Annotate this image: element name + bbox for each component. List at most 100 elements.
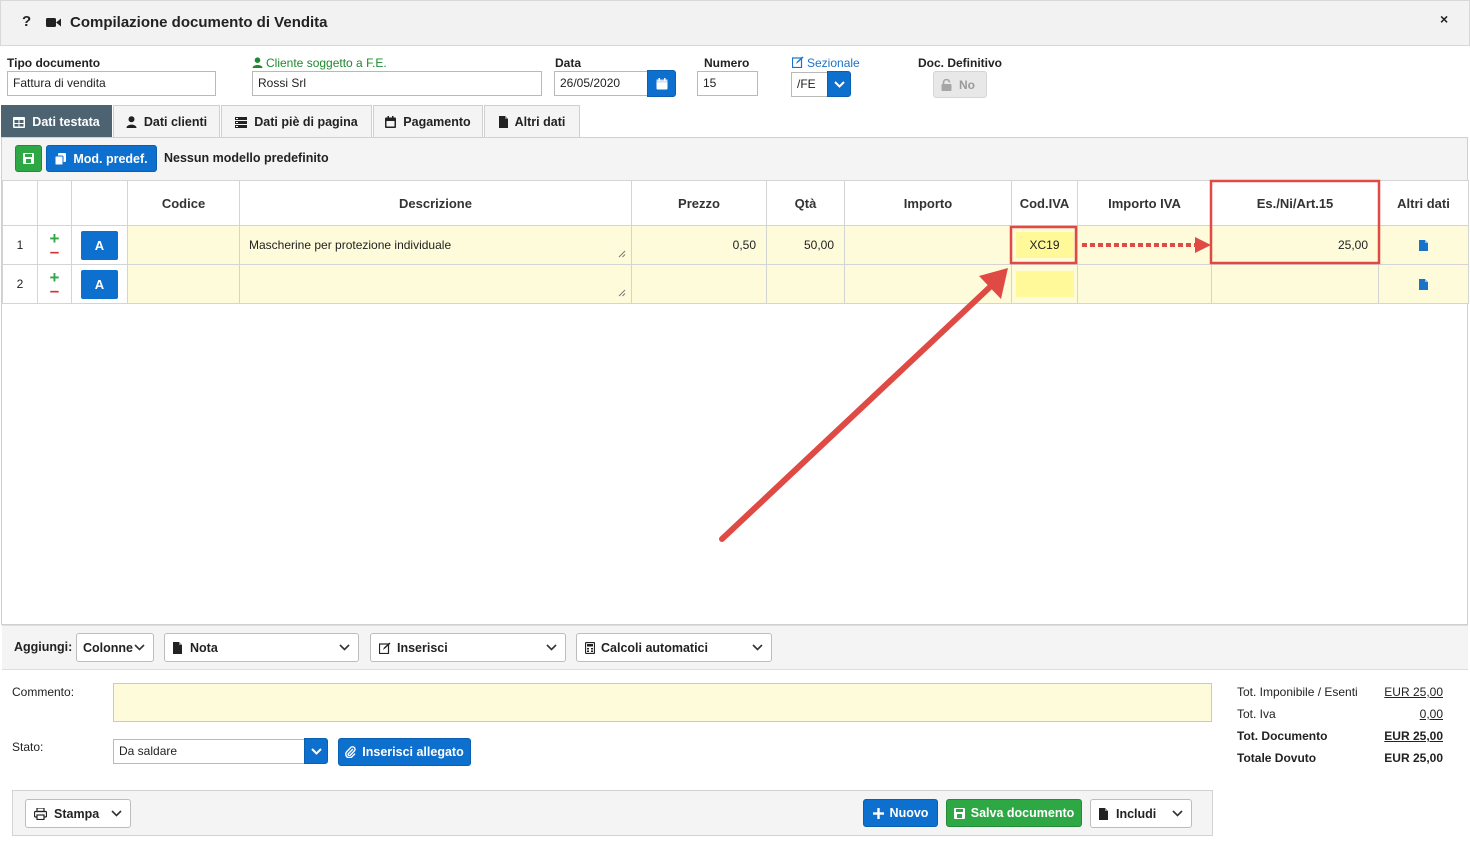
includi-dropdown[interactable]: Includi — [1090, 799, 1192, 828]
total-label: Totale Dovuto — [1237, 751, 1317, 765]
descrizione-text: Mascherine per protezione individuale — [249, 238, 452, 252]
cell-altri-dati[interactable] — [1378, 264, 1469, 304]
edit-icon — [379, 642, 391, 654]
inserisci-dropdown[interactable]: Inserisci — [370, 633, 566, 662]
col-header-action — [71, 180, 128, 226]
tab-dati-clienti[interactable]: Dati clienti — [113, 105, 220, 138]
cell-prezzo[interactable] — [631, 264, 767, 304]
file-icon — [173, 641, 182, 654]
cell-descrizione[interactable]: Mascherine per protezione individuale — [239, 225, 632, 265]
nota-label: Nota — [190, 640, 218, 655]
video-icon[interactable] — [46, 17, 61, 28]
calcoli-automatici-dropdown[interactable]: Calcoli automatici — [576, 633, 772, 662]
sezionale-field[interactable]: /FE — [791, 72, 828, 97]
cell-importo[interactable] — [844, 264, 1012, 304]
cell-cod-iva[interactable]: XC19 — [1011, 225, 1078, 265]
help-icon[interactable]: ? — [22, 13, 31, 30]
resize-grip-icon[interactable] — [618, 289, 626, 297]
article-button[interactable]: A — [81, 269, 118, 299]
cell-qta[interactable] — [766, 264, 845, 304]
cell-cod-iva[interactable] — [1011, 264, 1078, 304]
totals-panel: Tot. Imponibile / Esenti EUR 25,00 Tot. … — [1237, 685, 1443, 773]
numero-field[interactable]: 15 — [697, 71, 758, 96]
tab-label: Dati testata — [32, 115, 100, 129]
col-header-cod-iva[interactable]: Cod.IVA — [1011, 180, 1078, 226]
doc-definitivo-toggle[interactable]: No — [933, 71, 987, 98]
close-icon[interactable]: × — [1440, 11, 1448, 27]
cell-importo-iva[interactable] — [1077, 264, 1212, 304]
tab-label: Pagamento — [403, 115, 471, 129]
cliente-label[interactable]: Cliente soggetto a F.E. — [266, 56, 387, 70]
tab-altri-dati[interactable]: Altri dati — [484, 105, 580, 138]
row-action-cell: A — [71, 225, 128, 265]
save-model-button[interactable] — [15, 145, 42, 172]
calendar-icon — [656, 77, 668, 90]
commento-field[interactable] — [113, 683, 1212, 722]
tab-pagamento[interactable]: Pagamento — [373, 105, 483, 138]
file-icon[interactable] — [1379, 239, 1468, 251]
remove-row-icon[interactable]: – — [50, 282, 59, 299]
edit-icon[interactable] — [792, 56, 804, 68]
chevron-down-icon — [833, 80, 845, 88]
col-header-es-ni-art15[interactable]: Es./Ni/Art.15 — [1211, 180, 1379, 226]
nota-dropdown[interactable]: Nota — [164, 633, 359, 662]
table-header-row: Codice Descrizione Prezzo Qtà Importo Co… — [2, 180, 1469, 226]
chevron-down-icon — [546, 644, 557, 651]
cell-qta[interactable]: 50,00 — [766, 225, 845, 265]
file-icon — [498, 116, 508, 128]
cell-es-ni-art15[interactable]: 25,00 — [1211, 225, 1379, 265]
cell-descrizione[interactable] — [239, 264, 632, 304]
file-icon[interactable] — [1379, 278, 1468, 290]
lock-icon — [941, 78, 952, 91]
col-header-codice[interactable]: Codice — [127, 180, 240, 226]
col-header-num — [2, 180, 38, 226]
stato-select[interactable]: Da saldare — [113, 739, 305, 764]
tab-label: Dati piè di pagina — [254, 115, 358, 129]
total-row: Tot. Iva 0,00 — [1237, 707, 1443, 729]
resize-grip-icon[interactable] — [618, 250, 626, 258]
col-header-altri-dati[interactable]: Altri dati — [1378, 180, 1469, 226]
salva-documento-button[interactable]: Salva documento — [946, 799, 1082, 827]
sezionale-label[interactable]: Sezionale — [807, 56, 860, 70]
col-header-qta[interactable]: Qtà — [766, 180, 845, 226]
cell-importo[interactable] — [844, 225, 1012, 265]
nuovo-button[interactable]: Nuovo — [863, 799, 938, 827]
user-icon — [252, 57, 263, 68]
tipo-documento-label: Tipo documento — [7, 56, 101, 70]
cliente-field[interactable]: Rossi Srl — [252, 71, 542, 96]
col-header-importo-iva[interactable]: Importo IVA — [1077, 180, 1212, 226]
stampa-dropdown[interactable]: Stampa — [25, 799, 131, 828]
stato-dropdown-button[interactable] — [304, 738, 328, 764]
copy-icon — [55, 152, 67, 165]
data-field[interactable]: 26/05/2020 — [554, 71, 648, 96]
tab-dati-pie-di-pagina[interactable]: Dati piè di pagina — [221, 105, 372, 138]
tipo-documento-field[interactable]: Fattura di vendita — [7, 71, 216, 96]
cell-es-ni-art15[interactable] — [1211, 264, 1379, 304]
sezionale-dropdown-button[interactable] — [827, 71, 851, 97]
cell-prezzo[interactable]: 0,50 — [631, 225, 767, 265]
cell-importo-iva[interactable] — [1077, 225, 1212, 265]
file-icon — [1099, 807, 1108, 820]
cell-altri-dati[interactable] — [1378, 225, 1469, 265]
remove-row-icon[interactable]: – — [50, 243, 59, 260]
calendar-button[interactable] — [647, 70, 676, 97]
row-number: 1 — [2, 225, 38, 265]
user-icon — [126, 116, 137, 128]
cell-codice[interactable] — [127, 225, 240, 265]
col-header-prezzo[interactable]: Prezzo — [631, 180, 767, 226]
colonne-dropdown[interactable]: Colonne — [76, 633, 154, 662]
col-header-importo[interactable]: Importo — [844, 180, 1012, 226]
chevron-down-icon — [752, 644, 763, 651]
col-header-descrizione[interactable]: Descrizione — [239, 180, 632, 226]
cell-codice[interactable] — [127, 264, 240, 304]
document-lines-table: Codice Descrizione Prezzo Qtà Importo Co… — [2, 180, 1469, 304]
window-title: Compilazione documento di Vendita — [70, 14, 328, 31]
row-number: 2 — [2, 264, 38, 304]
tab-dati-testata[interactable]: Dati testata — [1, 105, 112, 138]
chevron-down-icon — [1172, 810, 1183, 817]
save-icon — [23, 153, 34, 164]
inserisci-allegato-button[interactable]: Inserisci allegato — [338, 738, 471, 766]
chevron-down-icon — [134, 644, 145, 651]
mod-predef-button[interactable]: Mod. predef. — [46, 145, 157, 172]
article-button[interactable]: A — [81, 230, 118, 260]
